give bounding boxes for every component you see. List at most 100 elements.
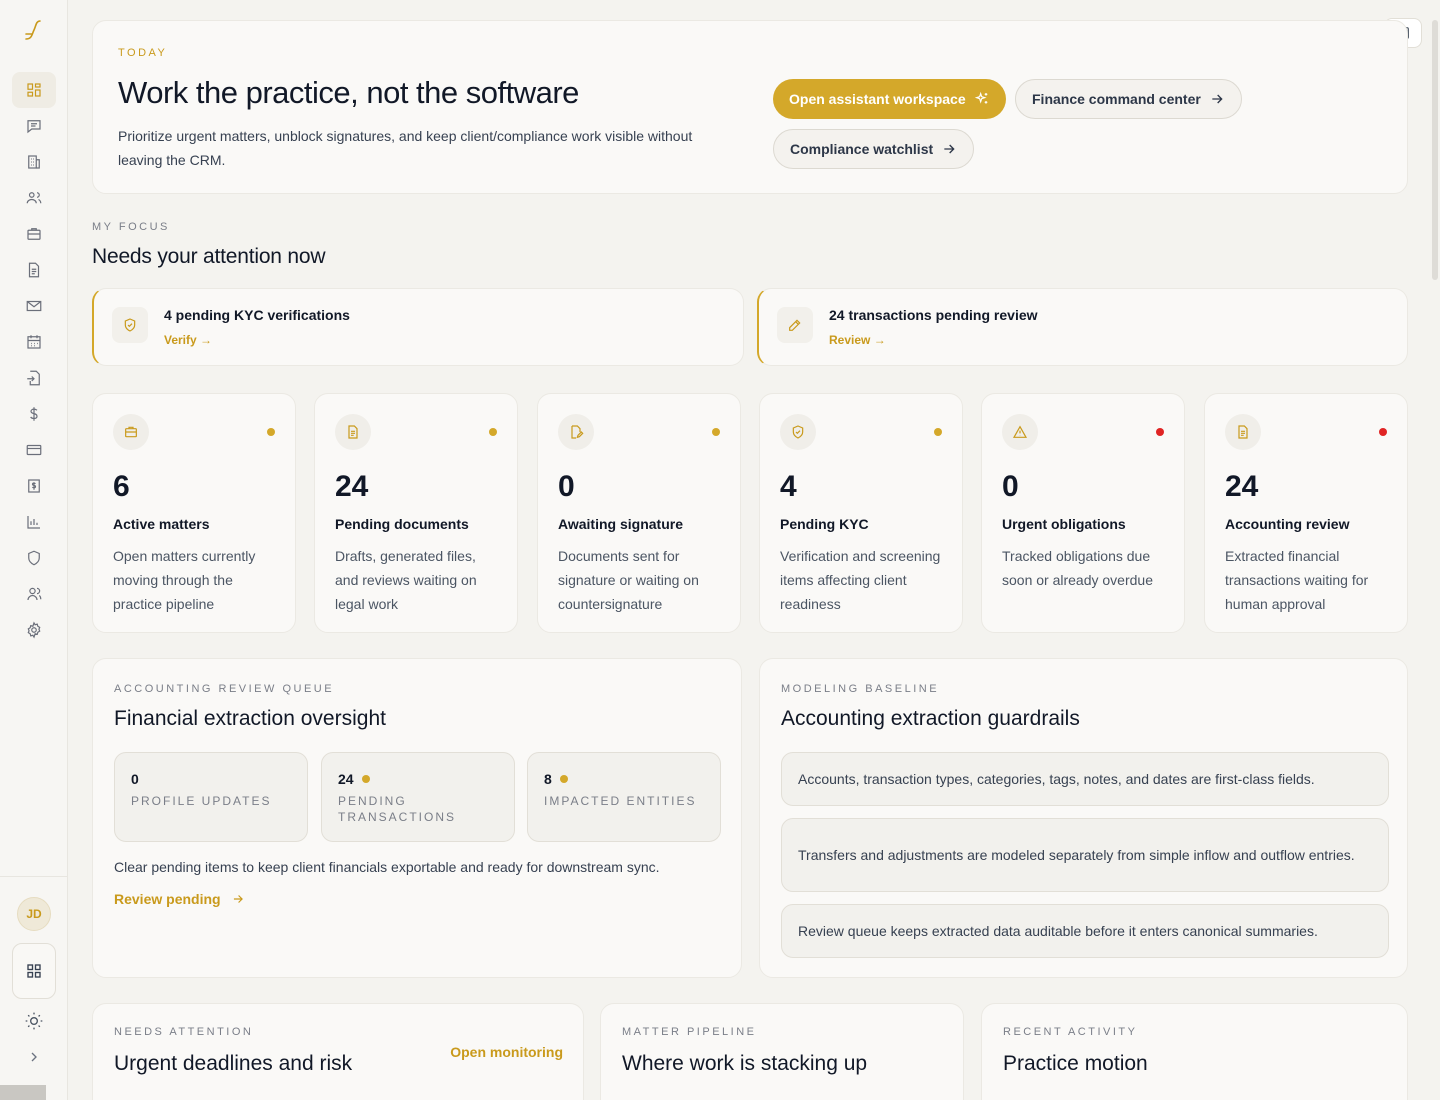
metric-value-row: 24 (338, 771, 370, 787)
arrow-right-icon (1212, 94, 1223, 104)
focus-title: Needs your attention now (92, 245, 326, 268)
accounting-eyebrow: ACCOUNTING REVIEW QUEUE (114, 683, 335, 695)
alert-transactions[interactable]: 24 transactions pending review Review → (757, 288, 1408, 366)
credit-card-icon (26, 444, 42, 456)
review-link[interactable]: Review → (829, 333, 886, 347)
stat-description: Verification and screening items affecti… (780, 548, 941, 612)
open-assistant-button[interactable]: Open assistant workspace (773, 79, 1006, 119)
sparkles-icon (974, 91, 987, 104)
finance-command-center-button[interactable]: Finance command center (1015, 79, 1242, 119)
document-icon (1225, 414, 1261, 450)
dashboard-icon (27, 83, 41, 97)
shield-icon (112, 307, 148, 343)
stat-card[interactable]: 0 Awaiting signature Documents sent for … (537, 393, 741, 633)
stat-card[interactable]: 0 Urgent obligations Tracked obligations… (981, 393, 1185, 633)
stat-value: 6 (113, 470, 130, 503)
review-pending-label: Review pending (114, 891, 221, 907)
accounting-title: Financial extraction oversight (114, 707, 386, 730)
stat-card[interactable]: 24 Pending documents Drafts, generated f… (314, 393, 518, 633)
open-assistant-label: Open assistant workspace (789, 91, 966, 107)
arrow-right-icon: → (873, 333, 886, 347)
metric-label: IMPACTED ENTITIES (544, 794, 697, 808)
modeling-eyebrow: MODELING BASELINE (781, 683, 940, 695)
file-import-icon (27, 370, 40, 386)
metric-pending-transactions[interactable]: 24 PENDING TRANSACTIONS (321, 752, 515, 842)
metric-profile-updates[interactable]: 0 PROFILE UPDATES (114, 752, 308, 842)
hero-description: Prioritize urgent matters, unblock signa… (118, 128, 693, 168)
sidebar-item-documents[interactable] (12, 252, 56, 288)
sidebar-item-compliance[interactable] (12, 540, 56, 576)
metric-value: 8 (544, 771, 552, 787)
apps-button[interactable] (12, 943, 56, 999)
vertical-scrollbar[interactable] (1432, 20, 1438, 280)
app-logo-icon[interactable] (22, 18, 46, 42)
building-icon (28, 155, 40, 169)
accounting-review-card: ACCOUNTING REVIEW QUEUE Financial extrac… (92, 658, 742, 978)
arrow-right-icon: → (200, 333, 213, 347)
sidebar-nav (12, 72, 56, 648)
alert-kyc[interactable]: 4 pending KYC verifications Verify → (92, 288, 744, 366)
stat-name: Active matters (113, 516, 210, 532)
sidebar-item-mail[interactable] (12, 288, 56, 324)
document-icon (28, 262, 40, 278)
message-icon (27, 120, 41, 134)
compliance-watchlist-button[interactable]: Compliance watchlist (773, 129, 975, 169)
verify-link[interactable]: Verify → (164, 333, 212, 347)
hero-card: TODAY Work the practice, not the softwar… (92, 20, 1408, 194)
status-dot (712, 428, 720, 436)
stat-card[interactable]: 6 Active matters Open matters currently … (92, 393, 296, 633)
sidebar-item-invoices[interactable] (12, 468, 56, 504)
pipeline-eyebrow: MATTER PIPELINE (622, 1026, 757, 1038)
document-icon (335, 414, 371, 450)
sidebar-item-dashboard[interactable] (12, 72, 56, 108)
guardrail-item: Review queue keeps extracted data audita… (781, 904, 1389, 958)
sidebar-item-settings[interactable] (12, 612, 56, 648)
team-icon (27, 587, 42, 601)
gear-icon (27, 621, 41, 639)
stat-card[interactable]: 24 Accounting review Extracted financial… (1204, 393, 1408, 633)
sidebar-footer: JD (0, 876, 68, 1100)
sidebar-item-team[interactable] (12, 576, 56, 612)
activity-eyebrow: RECENT ACTIVITY (1003, 1026, 1138, 1038)
review-link-label: Review (829, 333, 871, 347)
avatar[interactable]: JD (17, 897, 51, 931)
review-pending-link[interactable]: Review pending (114, 891, 245, 907)
recent-activity-card: RECENT ACTIVITY Practice motion (981, 1003, 1408, 1100)
metric-label: PENDING TRANSACTIONS (338, 794, 457, 824)
stat-value: 24 (1225, 470, 1259, 503)
stat-name: Pending documents (335, 516, 469, 532)
sidebar-item-messages[interactable] (12, 108, 56, 144)
sidebar-item-billing[interactable] (12, 432, 56, 468)
calendar-icon (27, 335, 41, 349)
metric-value: 24 (338, 771, 354, 787)
sidebar-item-matters[interactable] (12, 216, 56, 252)
arrow-right-icon (233, 895, 243, 903)
sidebar-item-finance[interactable] (12, 396, 56, 432)
bar-chart-icon (27, 516, 40, 529)
stat-value: 24 (335, 470, 369, 503)
sidebar-item-import[interactable] (12, 360, 56, 396)
stat-card[interactable]: 4 Pending KYC Verification and screening… (759, 393, 963, 633)
needs-eyebrow: NEEDS ATTENTION (114, 1026, 254, 1038)
sun-icon[interactable] (24, 1011, 44, 1031)
stat-description: Extracted financial transactions waiting… (1225, 548, 1369, 612)
stat-description: Drafts, generated files, and reviews wai… (335, 548, 477, 612)
invoice-icon (28, 479, 40, 493)
stat-description: Open matters currently moving through th… (113, 548, 256, 612)
horizontal-scrollbar[interactable] (0, 1085, 46, 1100)
metric-impacted-entities[interactable]: 8 IMPACTED ENTITIES (527, 752, 721, 842)
stat-description: Documents sent for signature or waiting … (558, 548, 699, 612)
sidebar-item-reports[interactable] (12, 504, 56, 540)
sidebar-item-calendar[interactable] (12, 324, 56, 360)
mail-icon (26, 300, 42, 312)
guardrail-item: Transfers and adjustments are modeled se… (781, 818, 1389, 892)
open-monitoring-link[interactable]: Open monitoring (450, 1044, 563, 1060)
needs-title: Urgent deadlines and risk (114, 1052, 353, 1075)
sidebar-item-clients[interactable] (12, 180, 56, 216)
signature-icon (558, 414, 594, 450)
shield-icon (28, 550, 40, 566)
metric-value-row: 8 (544, 771, 568, 787)
briefcase-icon (27, 228, 41, 240)
sidebar-item-entities[interactable] (12, 144, 56, 180)
chevron-right-icon[interactable] (26, 1049, 42, 1065)
